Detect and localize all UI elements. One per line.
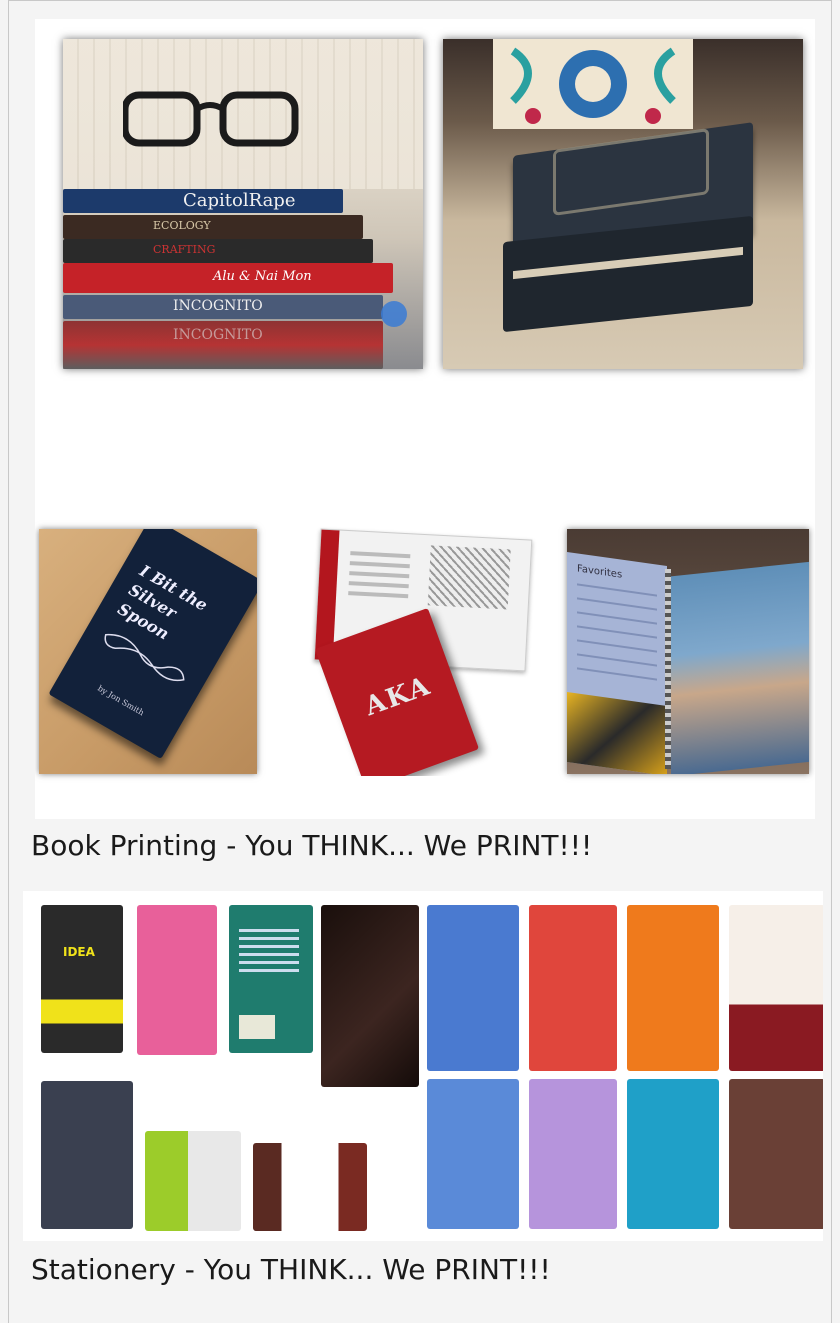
stationery-image[interactable]: IDEA [23, 891, 823, 1241]
book-spine-title: INCOGNITO [173, 298, 263, 314]
notebook-pink [137, 905, 217, 1055]
notebook-label: IDEA [63, 945, 95, 959]
notebook-marble [729, 905, 823, 1071]
book-stack-photo: CapitolRape ECOLOGY CRAFTING Alu & Nai M… [63, 39, 423, 369]
notebook-brown [729, 1079, 823, 1229]
notebook-black-yellow: IDEA [41, 905, 123, 1053]
book-spine-title: ECOLOGY [153, 219, 211, 232]
notebook-blue-strap [427, 905, 519, 1071]
book-spine-title: CapitolRape [183, 190, 296, 211]
notebook-red [529, 905, 617, 1071]
book-spine-title: INCOGNITO [173, 327, 263, 343]
book-printing-caption[interactable]: Book Printing - You THINK... We PRINT!!! [31, 829, 592, 862]
planner-brown [253, 1143, 367, 1231]
notebook-grey-spiral [41, 1081, 133, 1229]
notebook-turquoise [627, 1079, 719, 1229]
aka-book-photo: AKA [307, 524, 537, 776]
silver-spoon-book-photo: I Bit the Silver Spoon by Jon Smith [39, 529, 257, 774]
decoration-icon [381, 301, 407, 327]
notebook-orange [627, 905, 719, 1071]
ornate-books-photo [443, 39, 803, 369]
notebook-purple [529, 1079, 617, 1229]
book-printing-image[interactable]: CapitolRape ECOLOGY CRAFTING Alu & Nai M… [35, 19, 815, 819]
notebook-green-open [145, 1131, 241, 1231]
notebook-blue-pen [427, 1079, 519, 1229]
aka-cover-title: AKA [361, 670, 436, 723]
glasses-icon [123, 91, 299, 147]
book-spine-title: CRAFTING [153, 243, 216, 256]
photobook-header: Favorites [577, 563, 623, 581]
book-cover-author: by Jon Smith [96, 683, 146, 718]
stationery-caption[interactable]: Stationery - You THINK... We PRINT!!! [31, 1253, 551, 1286]
content-frame: CapitolRape ECOLOGY CRAFTING Alu & Nai M… [8, 0, 832, 1323]
book-spine-title: Alu & Nai Mon [213, 269, 312, 284]
notebook-leather-black [321, 905, 419, 1087]
tile-pattern-icon [510, 47, 676, 124]
spiral-photobook-photo: Favorites [567, 529, 809, 774]
notebook-teal [229, 905, 313, 1053]
